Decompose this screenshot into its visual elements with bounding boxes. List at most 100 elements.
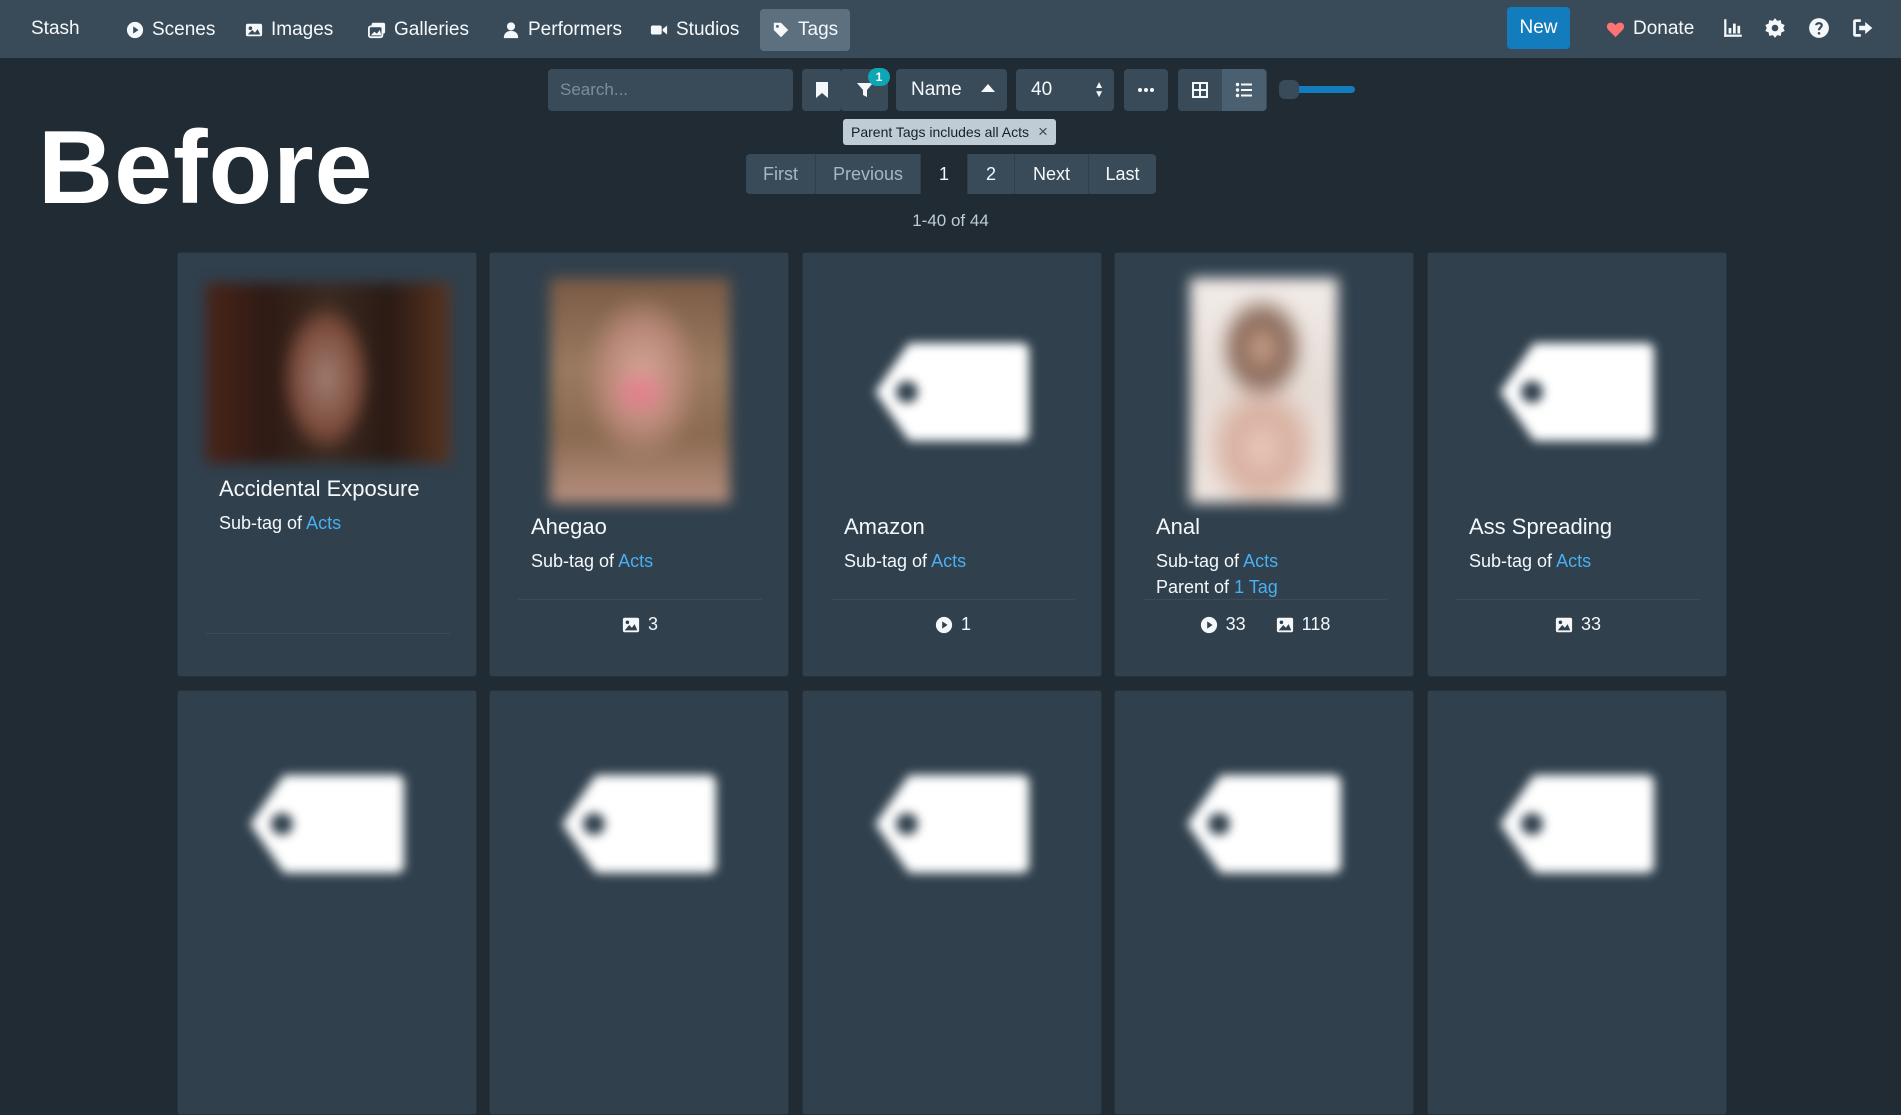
grid-view-button[interactable]: [1178, 69, 1222, 111]
brand-link[interactable]: Stash: [31, 18, 80, 40]
top-navbar: Stash Scenes Images Galleries Performers…: [0, 0, 1901, 58]
image-count[interactable]: 33: [1555, 614, 1601, 635]
donate-label: Donate: [1633, 18, 1695, 39]
tag-placeholder-icon: [875, 343, 1029, 441]
nav-galleries-label: Galleries: [394, 19, 469, 40]
tag-thumbnail[interactable]: [206, 283, 450, 463]
active-filter-tag[interactable]: Parent Tags includes all Acts ×: [843, 119, 1056, 145]
tag-card[interactable]: [1114, 690, 1414, 1115]
stats-icon[interactable]: [1722, 17, 1744, 39]
tag-placeholder-icon: [250, 775, 404, 873]
bookmark-icon: [816, 82, 828, 98]
tag-placeholder-icon: [1187, 775, 1341, 873]
parent-tag-link[interactable]: Acts: [306, 513, 341, 533]
search-input[interactable]: [548, 69, 793, 111]
image-count[interactable]: 3: [622, 614, 658, 635]
tag-parent-line: Sub-tag of Acts: [1469, 551, 1591, 572]
page-last-button[interactable]: Last: [1089, 154, 1156, 194]
saved-filters-button[interactable]: [802, 69, 842, 111]
video-icon: [650, 25, 668, 35]
logout-icon[interactable]: [1852, 17, 1874, 39]
tag-card[interactable]: Ahegao Sub-tag of Acts 3: [489, 252, 789, 677]
page-next-button[interactable]: Next: [1015, 154, 1089, 194]
tag-card[interactable]: Anal Sub-tag of Acts Parent of 1 Tag 33 …: [1114, 252, 1414, 677]
nav-studios-label: Studios: [676, 19, 740, 40]
tag-name[interactable]: Ass Spreading: [1469, 514, 1612, 540]
page-2-button[interactable]: 2: [968, 154, 1015, 194]
sub-tag-prefix: Sub-tag of: [1156, 551, 1240, 571]
tag-placeholder-icon: [875, 775, 1029, 873]
per-page-value: 40: [1031, 79, 1053, 100]
card-divider: [206, 633, 450, 634]
tag-card[interactable]: [1427, 690, 1727, 1115]
tag-counts: 3: [490, 614, 790, 635]
parent-tag-link[interactable]: Acts: [618, 551, 653, 571]
remove-filter-icon[interactable]: ×: [1038, 122, 1048, 142]
list-icon: [1235, 82, 1252, 98]
sort-direction-icon[interactable]: [981, 84, 995, 92]
sort-select[interactable]: Name: [896, 69, 1007, 111]
tag-thumbnail[interactable]: [550, 278, 730, 503]
image-icon: [1276, 617, 1293, 632]
scene-count-value: 33: [1225, 614, 1246, 634]
scene-count-value: 1: [960, 614, 971, 634]
nav-performers[interactable]: Performers: [490, 9, 634, 51]
tag-counts: 33: [1428, 614, 1728, 635]
tag-counts: 1: [803, 614, 1103, 635]
card-divider: [1456, 599, 1700, 600]
tag-icon: [773, 22, 789, 38]
tag-card[interactable]: Ass Spreading Sub-tag of Acts 33: [1427, 252, 1727, 677]
tag-name[interactable]: Accidental Exposure: [219, 476, 420, 502]
tag-card[interactable]: Accidental Exposure Sub-tag of Acts: [177, 252, 477, 677]
list-view-button[interactable]: [1222, 69, 1266, 111]
new-tag-button[interactable]: New: [1507, 7, 1570, 49]
nav-performers-label: Performers: [528, 19, 622, 40]
child-tags-link[interactable]: 1 Tag: [1234, 577, 1278, 597]
scene-count[interactable]: 33: [1200, 614, 1246, 635]
tag-card[interactable]: [177, 690, 477, 1115]
tag-name[interactable]: Amazon: [844, 514, 925, 540]
sub-tag-prefix: Sub-tag of: [531, 551, 615, 571]
parent-tag-link[interactable]: Acts: [1556, 551, 1591, 571]
page-1-button[interactable]: 1: [921, 154, 968, 194]
card-divider: [1143, 599, 1387, 600]
image-count[interactable]: 118: [1276, 614, 1330, 635]
parent-tag-link[interactable]: Acts: [1243, 551, 1278, 571]
tag-parent-line: Sub-tag of Acts: [844, 551, 966, 572]
image-count-value: 3: [647, 614, 658, 634]
help-icon[interactable]: [1808, 17, 1830, 39]
nav-tags[interactable]: Tags: [760, 9, 851, 51]
nav-tags-label: Tags: [798, 19, 839, 40]
tag-children-line: Parent of 1 Tag: [1156, 577, 1278, 598]
tag-name[interactable]: Anal: [1156, 514, 1200, 540]
tag-card[interactable]: [802, 690, 1102, 1115]
scene-count[interactable]: 1: [935, 614, 971, 635]
zoom-slider-thumb[interactable]: [1279, 80, 1299, 99]
nav-images[interactable]: Images: [233, 9, 345, 51]
per-page-select[interactable]: 40 ▲ ▼: [1016, 69, 1114, 111]
donate-button[interactable]: Donate: [1606, 9, 1694, 49]
tag-parent-line: Sub-tag of Acts: [219, 513, 341, 534]
tag-placeholder-icon: [1500, 775, 1654, 873]
nav-galleries[interactable]: Galleries: [356, 9, 481, 51]
tag-name[interactable]: Ahegao: [531, 514, 607, 540]
pagination: First Previous 1 2 Next Last: [746, 154, 1156, 194]
parent-of-prefix: Parent of: [1156, 577, 1230, 597]
nav-scenes-label: Scenes: [152, 19, 216, 40]
nav-studios[interactable]: Studios: [638, 9, 751, 51]
card-divider: [831, 599, 1075, 600]
tag-card[interactable]: [489, 690, 789, 1115]
filter-count-badge: 1: [868, 68, 890, 86]
nav-scenes[interactable]: Scenes: [114, 9, 227, 51]
parent-tag-link[interactable]: Acts: [931, 551, 966, 571]
tag-placeholder-icon: [1500, 343, 1654, 441]
sub-tag-prefix: Sub-tag of: [1469, 551, 1553, 571]
page-previous-button[interactable]: Previous: [816, 154, 921, 194]
image-count-value: 33: [1580, 614, 1602, 634]
settings-icon[interactable]: [1764, 17, 1786, 39]
more-options-button[interactable]: [1124, 69, 1168, 111]
tag-card[interactable]: Amazon Sub-tag of Acts 1: [802, 252, 1102, 677]
page-first-button[interactable]: First: [746, 154, 816, 194]
tag-thumbnail[interactable]: [1190, 278, 1338, 503]
heart-icon: [1606, 22, 1625, 37]
